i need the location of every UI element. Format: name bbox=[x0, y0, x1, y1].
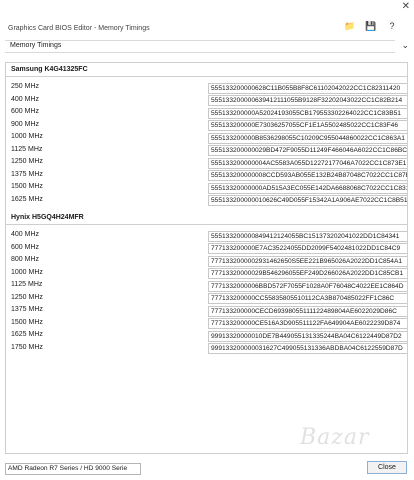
footer: AMD Radeon R7 Series / HD 9000 Serie Clo… bbox=[0, 455, 414, 480]
timing-row: 1125 MHz 7771332000006BBD572F7055F1028A0F… bbox=[6, 279, 407, 292]
timing-field[interactable]: 555133200000639412111055B9128F3220204302… bbox=[208, 95, 407, 106]
close-button[interactable]: Close bbox=[367, 461, 407, 474]
timing-field[interactable]: 555133200000E73036257055CF1E1A5502485022… bbox=[208, 120, 407, 131]
frequency-label: 1500 MHz bbox=[11, 318, 43, 326]
frequency-label: 600 MHz bbox=[11, 243, 40, 251]
timing-field[interactable]: 77713320000029B546296055EF249D266026A202… bbox=[208, 268, 407, 279]
frequency-label: 1750 MHz bbox=[11, 343, 43, 351]
memory-timings-panel: Samsung K4G41325FC 250 MHz 55513320000062… bbox=[5, 62, 408, 454]
frequency-label: 1625 MHz bbox=[11, 331, 43, 338]
timing-row: 400 MHz 555133200000639412111055B9128F322… bbox=[6, 94, 407, 106]
title-bar: ✕ Graphics Card BIOS Editor - Memory Tim… bbox=[0, 0, 414, 40]
frequency-label: 600 MHz bbox=[11, 108, 40, 115]
frequency-label: 900 MHz bbox=[11, 120, 40, 128]
frequency-label: 800 MHz bbox=[11, 256, 40, 263]
timing-list-hynix: 400 MHz 555133200000849412124055BC1513732… bbox=[6, 229, 407, 354]
save-icon[interactable]: 💾 bbox=[365, 21, 377, 31]
timing-row: 600 MHz 777133200000E7AC35224055DD2099F54… bbox=[6, 242, 407, 254]
timing-row: 1625 MHz 555133200000010626C49D055F15342A… bbox=[6, 194, 407, 206]
timing-row: 1625 MHz 99913320000010DE7B44905513133524… bbox=[6, 329, 407, 342]
frequency-label: 1000 MHz bbox=[11, 133, 43, 140]
watermark-logo: Bazar bbox=[300, 425, 370, 450]
timing-field[interactable]: 777133200000CC55835805510112CA3B87048502… bbox=[208, 293, 407, 304]
timing-row: 1375 MHz 555133200000008CCD593AB055E132B2… bbox=[6, 169, 407, 181]
timing-field[interactable]: 555133200000008CCD593AB055E132B24B87048C… bbox=[208, 170, 407, 181]
toolbar: 📁 💾 ? bbox=[344, 21, 398, 31]
timing-list-samsung: 250 MHz 555133200000628C11B055B8F8C611020… bbox=[6, 81, 407, 206]
timing-row: 1500 MHz 55513320000000AD515A3EC055E142DA… bbox=[6, 181, 407, 194]
frequency-label: 1375 MHz bbox=[11, 306, 43, 313]
timing-row: 1750 MHz 999133200000031627C499055131336A… bbox=[6, 342, 407, 354]
timing-row: 1500 MHz 777133200000CE516A3D905511122FA6… bbox=[6, 317, 407, 329]
timing-field[interactable]: 555133200000A52024193055CB17955330226402… bbox=[208, 107, 407, 119]
timing-field[interactable]: 777133200000E7AC35224055DD2099F540248102… bbox=[208, 243, 407, 254]
folder-icon[interactable]: 📁 bbox=[344, 21, 356, 31]
chevron-down-icon[interactable]: ⌄ bbox=[401, 40, 409, 51]
timing-row: 600 MHz 555133200000A52024193055CB1795533… bbox=[6, 106, 407, 119]
group-title: Hynix H5GQ4H24MFR bbox=[6, 211, 407, 225]
timing-row: 1250 MHz 555133200000004AC5583A055D122721… bbox=[6, 156, 407, 169]
frequency-label: 1125 MHz bbox=[11, 145, 43, 153]
timing-field[interactable]: 555133200000B8536298055C10209C9550448600… bbox=[208, 132, 407, 144]
timing-row: 800 MHz 7771332000002931462650S5EE221B965… bbox=[6, 254, 407, 267]
gpu-select[interactable]: AMD Radeon R7 Series / HD 9000 Serie bbox=[5, 463, 141, 475]
timing-field[interactable]: 555133200000029BD472F9055D11249F466046A6… bbox=[208, 145, 407, 156]
timing-field[interactable]: 777133200000CE516A3D905511122FA649904AE6… bbox=[208, 318, 407, 329]
frequency-label: 1250 MHz bbox=[11, 158, 43, 165]
timing-field[interactable]: 7771332000002931462650S5EE221B965026A202… bbox=[208, 255, 407, 267]
window-close-button[interactable]: ✕ bbox=[402, 1, 410, 12]
frequency-label: 1500 MHz bbox=[11, 183, 43, 190]
timing-field[interactable]: 555133200000004AC5583A055D12272177046A70… bbox=[208, 157, 407, 169]
timing-field[interactable]: 777133200000CECD69398055111122489804AE60… bbox=[208, 305, 407, 317]
frequency-label: 400 MHz bbox=[11, 231, 40, 238]
frequency-label: 1625 MHz bbox=[11, 195, 43, 203]
section-select[interactable]: Memory Timings ⌄ bbox=[5, 40, 409, 53]
frequency-label: 400 MHz bbox=[11, 95, 40, 103]
frequency-label: 1250 MHz bbox=[11, 293, 43, 301]
frequency-label: 1125 MHz bbox=[11, 281, 43, 288]
timing-row: 1125 MHz 555133200000029BD472F9055D11249F… bbox=[6, 144, 407, 156]
window-title: Graphics Card BIOS Editor - Memory Timin… bbox=[8, 25, 150, 32]
timing-row: 1000 MHz 555133200000B8536298055C10209C95… bbox=[6, 131, 407, 144]
timing-row: 1375 MHz 777133200000CECD6939805511112248… bbox=[6, 304, 407, 317]
timing-field[interactable]: 555133200000628C11B055B8F8C61102042022CC… bbox=[208, 82, 407, 94]
timing-row: 900 MHz 555133200000E73036257055CF1E1A550… bbox=[6, 119, 407, 131]
timing-row: 250 MHz 555133200000628C11B055B8F8C611020… bbox=[6, 81, 407, 94]
frequency-label: 1000 MHz bbox=[11, 268, 43, 276]
frequency-label: 250 MHz bbox=[11, 83, 40, 90]
timing-field[interactable]: 55513320000000AD515A3EC055E142DA6688068C… bbox=[208, 182, 407, 194]
frequency-label: 1375 MHz bbox=[11, 170, 43, 178]
timing-row: 1250 MHz 777133200000CC55835805510112CA3B… bbox=[6, 292, 407, 304]
timing-field[interactable]: 7771332000006BBD572F7055F1028A0F76048C40… bbox=[208, 280, 407, 292]
timing-field[interactable]: 555133200000010626C49D055F15342A1A906AE7… bbox=[208, 195, 407, 206]
question-icon[interactable]: ? bbox=[386, 21, 398, 31]
group-title: Samsung K4G41325FC bbox=[6, 63, 407, 77]
timing-field[interactable]: 555133200000849412124055BC15137320204102… bbox=[208, 230, 407, 242]
timing-row: 400 MHz 555133200000849412124055BC1513732… bbox=[6, 229, 407, 242]
timing-field[interactable]: 999133200000031627C499055131336ABDBA04C6… bbox=[208, 343, 407, 354]
section-select-value: Memory Timings bbox=[10, 42, 62, 49]
timing-field[interactable]: 99913320000010DE7B449055131335244BA04C61… bbox=[208, 330, 407, 342]
timing-row: 1000 MHz 77713320000029B546296055EF249D26… bbox=[6, 267, 407, 279]
